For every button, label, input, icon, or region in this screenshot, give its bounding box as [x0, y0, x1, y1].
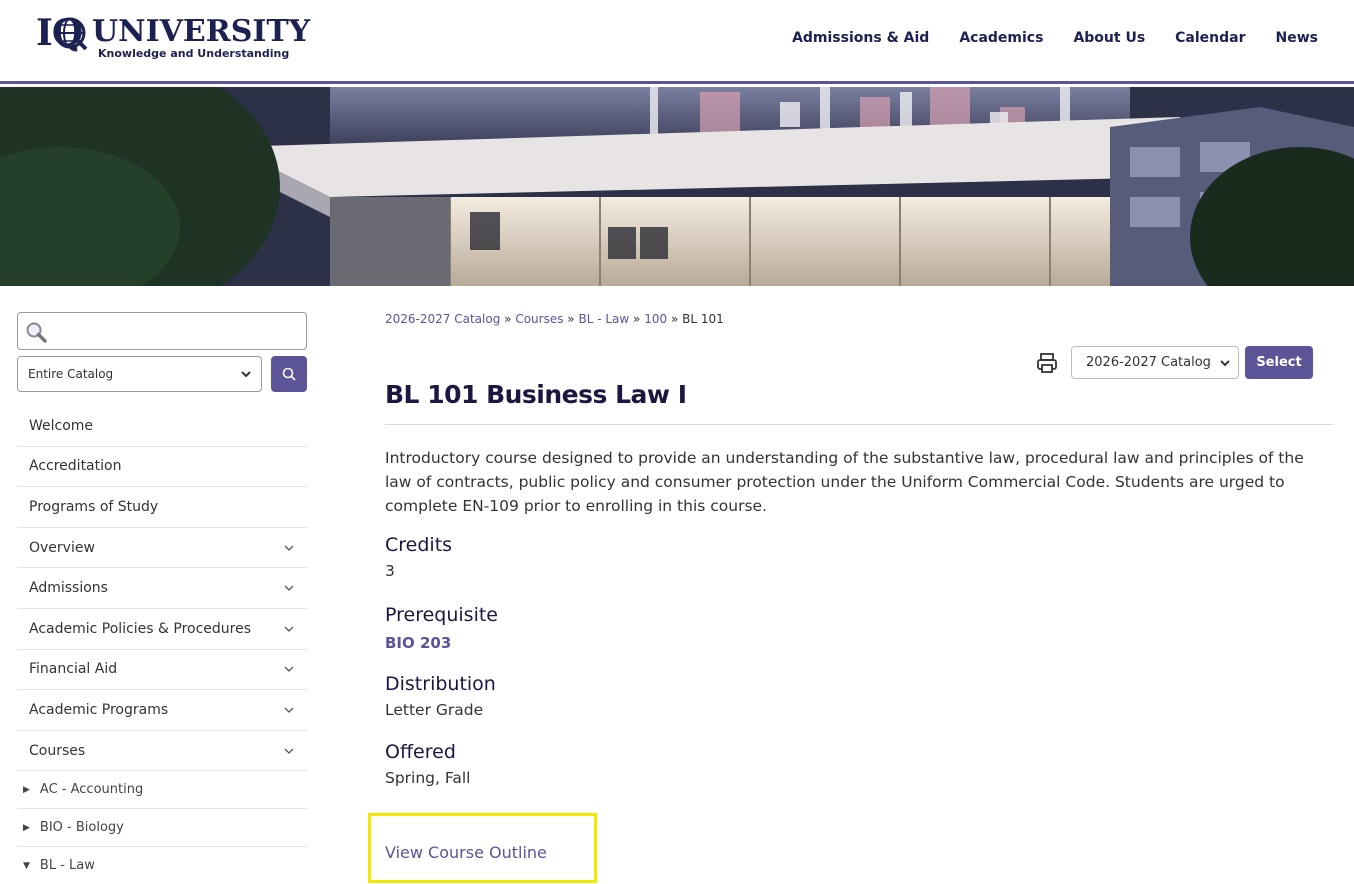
search-button[interactable]	[271, 356, 307, 392]
globe-icon	[54, 17, 88, 51]
print-icon[interactable]	[1035, 351, 1059, 375]
menu-item-courses[interactable]: Courses	[17, 731, 307, 772]
chevron-down-icon[interactable]	[283, 745, 295, 757]
catalog-switcher: 2026-2027 Catalog Select	[1035, 346, 1313, 379]
offered-value: Spring, Fall	[385, 769, 471, 787]
sub-item-label: AC - Accounting	[39, 782, 144, 798]
sub-item-law[interactable]: ▼ BL - Law	[17, 847, 307, 884]
course-title: BL 101 Business Law I	[385, 380, 687, 409]
prerequisite-link[interactable]: BIO 203	[385, 634, 451, 652]
breadcrumb-separator: »	[633, 312, 641, 326]
menu-item-label: Academic Programs	[29, 701, 169, 718]
chevron-down-icon[interactable]	[283, 704, 295, 716]
menu-item-academic-policies[interactable]: Academic Policies & Procedures	[17, 609, 307, 650]
distribution-value: Letter Grade	[385, 701, 484, 719]
search-scope-value: Entire Catalog	[28, 367, 114, 381]
menu-item-overview[interactable]: Overview	[17, 528, 307, 569]
menu-item-admissions[interactable]: Admissions	[17, 568, 307, 609]
menu-item-programs-of-study[interactable]: Programs of Study	[17, 487, 307, 528]
chevron-down-icon	[1220, 359, 1230, 366]
sub-item-label: BIO - Biology	[39, 820, 124, 836]
sub-item-label: BL - Law	[39, 858, 95, 874]
campus-banner-image	[0, 87, 1354, 286]
menu-item-academic-programs[interactable]: Academic Programs	[17, 690, 307, 731]
breadcrumb-separator: »	[504, 312, 512, 326]
nav-calendar[interactable]: Calendar	[1175, 30, 1245, 46]
breadcrumb-separator: »	[670, 312, 679, 326]
menu-item-label: Academic Policies & Procedures	[29, 620, 252, 637]
chevron-down-icon[interactable]	[283, 542, 295, 554]
menu-item-label: Programs of Study	[29, 498, 159, 515]
chevron-down-icon[interactable]	[283, 623, 295, 635]
nav-admissions-aid[interactable]: Admissions & Aid	[792, 30, 929, 46]
expand-triangle-icon: ▶	[23, 784, 30, 795]
logo-tagline: Knowledge and Understanding	[98, 47, 290, 60]
menu-item-financial-aid[interactable]: Financial Aid	[17, 650, 307, 691]
menu-item-label: Courses	[29, 742, 86, 759]
catalog-version-value: 2026-2027 Catalog	[1086, 355, 1211, 370]
sub-item-accounting[interactable]: ▶ AC - Accounting	[17, 771, 307, 810]
main-nav: Admissions & Aid Academics About Us Cale…	[792, 30, 1318, 46]
sub-item-biology[interactable]: ▶ BIO - Biology	[17, 809, 307, 848]
credits-value: 3	[385, 562, 395, 580]
menu-item-label: Welcome	[29, 417, 94, 434]
expand-triangle-icon: ▶	[23, 822, 30, 833]
offered-label: Offered	[385, 741, 456, 763]
breadcrumb-separator: »	[567, 312, 575, 326]
chevron-down-icon[interactable]	[283, 663, 295, 675]
view-course-outline-link[interactable]: View Course Outline	[385, 843, 547, 862]
title-divider	[385, 424, 1333, 425]
logo-name-text: UNIVERSITY	[92, 14, 311, 49]
magnifier-icon	[26, 322, 47, 343]
site-header: IQ UNIVERSITY Knowledge and Understandin…	[0, 0, 1354, 84]
nav-academics[interactable]: Academics	[959, 30, 1043, 46]
search-scope-select[interactable]: Entire Catalog	[17, 356, 262, 392]
credits-label: Credits	[385, 534, 453, 556]
breadcrumb-100[interactable]: 100	[644, 312, 667, 326]
menu-item-label: Accreditation	[29, 458, 122, 475]
breadcrumb-current: BL 101	[682, 312, 724, 326]
catalog-version-select[interactable]: 2026-2027 Catalog	[1071, 346, 1239, 379]
nav-news[interactable]: News	[1276, 30, 1318, 46]
catalog-search	[17, 312, 307, 350]
nav-about-us[interactable]: About Us	[1073, 30, 1145, 46]
menu-item-accreditation[interactable]: Accreditation	[17, 447, 307, 488]
breadcrumb-bl-law[interactable]: BL - Law	[578, 312, 629, 326]
distribution-label: Distribution	[385, 673, 496, 695]
prerequisite-label: Prerequisite	[385, 604, 498, 626]
search-icon	[282, 367, 296, 381]
catalog-menu: Welcome Accreditation Programs of Study …	[17, 406, 307, 884]
menu-item-label: Admissions	[29, 580, 108, 597]
menu-item-label: Financial Aid	[29, 661, 118, 678]
menu-item-label: Overview	[29, 539, 95, 556]
breadcrumb-catalog[interactable]: 2026-2027 Catalog	[385, 312, 500, 326]
chevron-down-icon	[241, 371, 251, 378]
collapse-triangle-icon: ▼	[23, 860, 30, 871]
sidebar: Entire Catalog Welcome Accreditation Pro…	[17, 312, 307, 884]
breadcrumb: 2026-2027 Catalog » Courses » BL - Law »…	[385, 312, 1333, 326]
search-input[interactable]	[52, 313, 302, 349]
breadcrumb-courses[interactable]: Courses	[515, 312, 563, 326]
chevron-down-icon[interactable]	[283, 582, 295, 594]
course-description: Introductory course designed to provide …	[385, 449, 1304, 515]
select-catalog-button[interactable]: Select	[1245, 346, 1313, 379]
university-logo[interactable]: IQ UNIVERSITY Knowledge and Understandin…	[36, 12, 310, 64]
menu-item-welcome[interactable]: Welcome	[17, 406, 307, 447]
main-content: 2026-2027 Catalog » Courses » BL - Law »…	[385, 312, 1333, 787]
